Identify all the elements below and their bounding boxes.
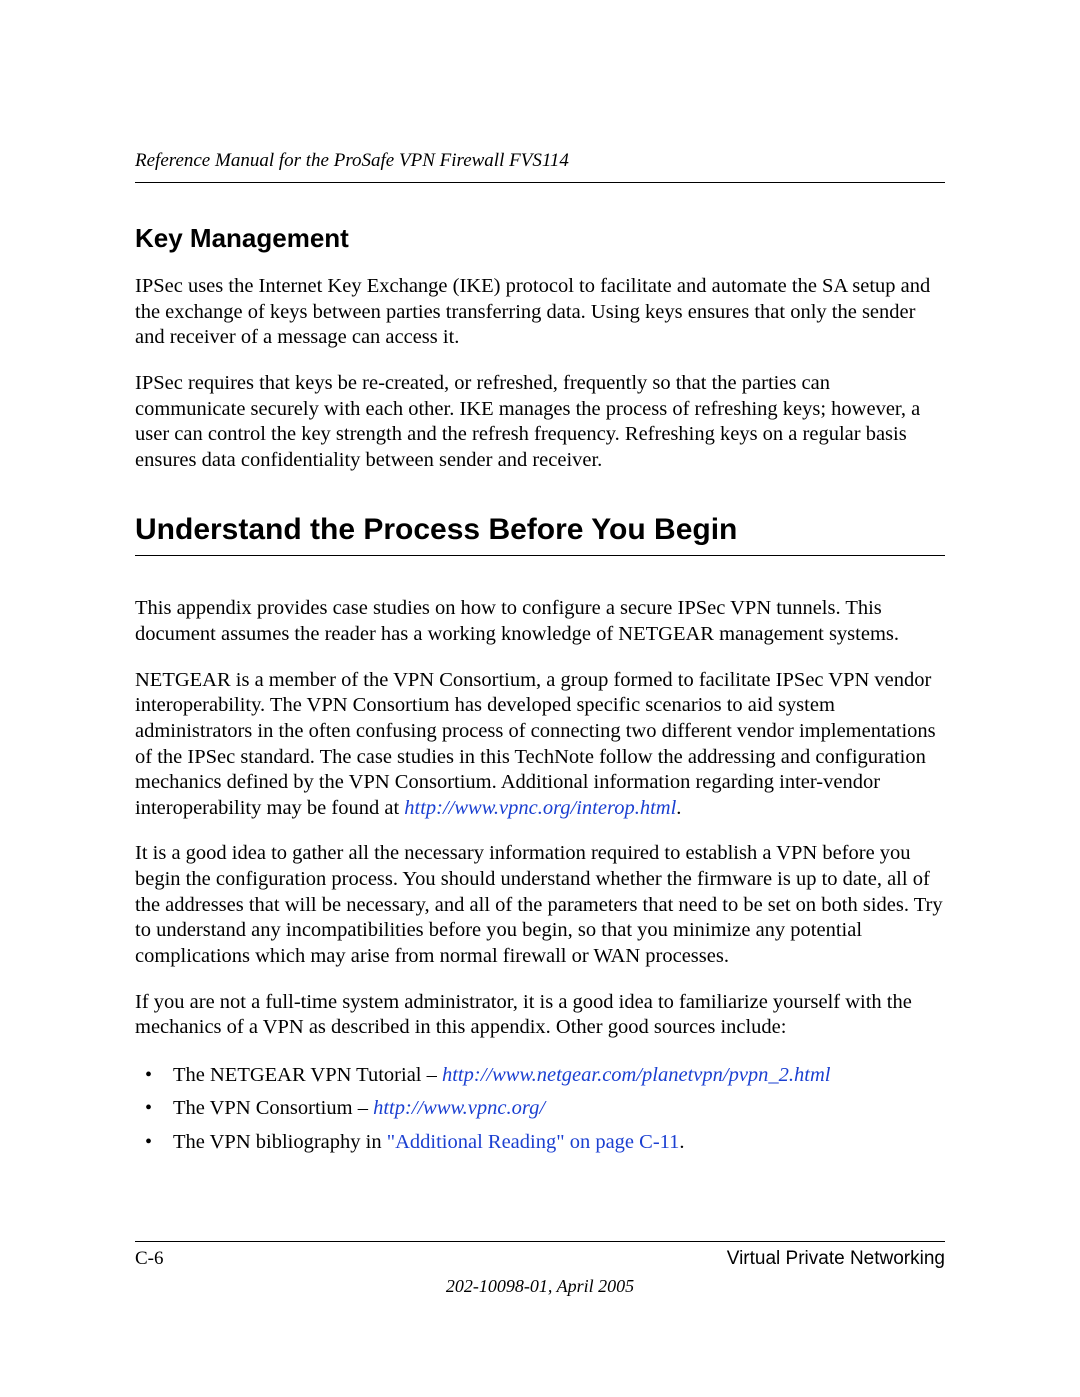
paragraph: NETGEAR is a member of the VPN Consortiu…: [135, 668, 945, 822]
heading-understand-process: Understand the Process Before You Begin: [135, 513, 945, 556]
text-run: The VPN Consortium –: [173, 1097, 373, 1119]
paragraph: IPSec requires that keys be re-created, …: [135, 371, 945, 474]
page-number: C-6: [135, 1248, 164, 1270]
xref-additional-reading[interactable]: "Additional Reading" on page C-11: [387, 1131, 680, 1153]
link-netgear-tutorial[interactable]: http://www.netgear.com/planetvpn/pvpn_2.…: [442, 1064, 831, 1086]
footer-section-title: Virtual Private Networking: [727, 1248, 945, 1270]
text-run: The VPN bibliography in: [173, 1131, 387, 1153]
page-footer: C-6 Virtual Private Networking 202-10098…: [135, 1241, 945, 1297]
paragraph: It is a good idea to gather all the nece…: [135, 841, 945, 969]
footer-docinfo: 202-10098-01, April 2005: [135, 1276, 945, 1297]
paragraph: IPSec uses the Internet Key Exchange (IK…: [135, 274, 945, 351]
text-run: .: [676, 797, 681, 819]
paragraph: This appendix provides case studies on h…: [135, 596, 945, 647]
link-vpnc[interactable]: http://www.vpnc.org/: [373, 1097, 545, 1119]
running-header: Reference Manual for the ProSafe VPN Fir…: [135, 150, 945, 183]
bullet-list: The NETGEAR VPN Tutorial – http://www.ne…: [135, 1061, 945, 1158]
document-page: Reference Manual for the ProSafe VPN Fir…: [0, 0, 1080, 1397]
list-item: The NETGEAR VPN Tutorial – http://www.ne…: [135, 1061, 945, 1091]
paragraph: If you are not a full-time system admini…: [135, 990, 945, 1041]
footer-divider: [135, 1241, 945, 1242]
list-item: The VPN Consortium – http://www.vpnc.org…: [135, 1094, 945, 1124]
text-run: .: [679, 1131, 684, 1153]
heading-key-management: Key Management: [135, 223, 945, 254]
link-vpnc-interop[interactable]: http://www.vpnc.org/interop.html: [404, 797, 676, 819]
list-item: The VPN bibliography in "Additional Read…: [135, 1128, 945, 1158]
text-run: The NETGEAR VPN Tutorial –: [173, 1064, 442, 1086]
